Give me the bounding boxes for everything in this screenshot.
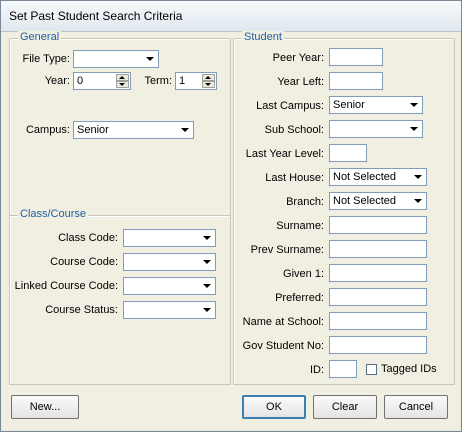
tagged-ids-label[interactable]: Tagged IDs	[381, 362, 437, 376]
new-button[interactable]: New...	[11, 395, 79, 419]
campus-combo[interactable]: Senior	[73, 121, 194, 139]
class-code-combo[interactable]	[123, 229, 216, 247]
last-campus-combo[interactable]: Senior	[329, 96, 423, 114]
prev-surname-input[interactable]	[329, 240, 427, 258]
last-house-value: Not Selected	[333, 171, 396, 183]
last-campus-label: Last Campus:	[256, 100, 324, 112]
class-course-group: Class/Course Class Code: Course Code: Li…	[9, 208, 231, 385]
last-house-label: Last House:	[265, 172, 324, 184]
title-bar[interactable]: Set Past Student Search Criteria	[1, 1, 461, 32]
campus-value: Senior	[77, 124, 109, 136]
general-legend: General	[18, 31, 62, 43]
general-group: General File Type: Year: 0 Term: 1 Campu…	[9, 31, 231, 216]
preferred-input[interactable]	[329, 288, 427, 306]
gov-student-no-label: Gov Student No:	[242, 340, 324, 352]
given1-input[interactable]	[329, 264, 427, 282]
gov-student-no-input[interactable]	[329, 336, 427, 354]
last-year-level-input[interactable]	[329, 144, 367, 162]
last-year-level-label: Last Year Level:	[245, 148, 324, 160]
campus-label: Campus:	[25, 124, 70, 136]
chevron-down-icon[interactable]	[199, 231, 214, 245]
spin-down-icon[interactable]	[116, 81, 129, 88]
last-house-combo[interactable]: Not Selected	[329, 168, 427, 186]
sub-school-combo[interactable]	[329, 120, 423, 138]
course-status-combo[interactable]	[123, 301, 216, 319]
term-label: Term:	[144, 75, 173, 87]
surname-input[interactable]	[329, 216, 427, 234]
file-type-label: File Type:	[22, 53, 71, 65]
chevron-down-icon[interactable]	[406, 98, 421, 112]
branch-combo[interactable]: Not Selected	[329, 192, 427, 210]
course-code-combo[interactable]	[123, 253, 216, 271]
dialog-body: General File Type: Year: 0 Term: 1 Campu…	[2, 31, 460, 430]
year-spinner[interactable]: 0	[73, 72, 131, 90]
term-value: 1	[179, 75, 186, 87]
year-left-label: Year Left:	[277, 76, 324, 88]
last-campus-value: Senior	[333, 99, 365, 111]
chevron-down-icon[interactable]	[199, 255, 214, 269]
chevron-down-icon[interactable]	[142, 52, 157, 66]
surname-label: Surname:	[276, 220, 324, 232]
id-label: ID:	[309, 364, 324, 376]
dialog-window: Set Past Student Search Criteria General…	[0, 0, 462, 432]
tagged-ids-checkbox[interactable]	[366, 364, 377, 375]
chevron-down-icon[interactable]	[199, 279, 214, 293]
chevron-down-icon[interactable]	[177, 123, 192, 137]
student-group: Student Peer Year: Year Left: Last Campu…	[233, 31, 455, 385]
file-type-combo[interactable]	[73, 50, 159, 68]
class-course-legend: Class/Course	[18, 208, 89, 220]
course-status-label: Course Status:	[45, 304, 118, 316]
branch-value: Not Selected	[333, 195, 396, 207]
spin-down-icon[interactable]	[202, 81, 215, 88]
prev-surname-label: Prev Surname:	[250, 244, 324, 256]
course-code-label: Course Code:	[50, 256, 118, 268]
class-code-label: Class Code:	[58, 232, 118, 244]
chevron-down-icon[interactable]	[410, 170, 425, 184]
spin-up-icon[interactable]	[116, 74, 129, 81]
spin-up-icon[interactable]	[202, 74, 215, 81]
given1-label: Given 1:	[283, 268, 324, 280]
ok-button[interactable]: OK	[242, 395, 306, 419]
sub-school-label: Sub School:	[264, 124, 324, 136]
year-left-input[interactable]	[329, 72, 383, 90]
linked-course-code-label: Linked Course Code:	[14, 280, 118, 292]
branch-label: Branch:	[286, 196, 324, 208]
preferred-label: Preferred:	[275, 292, 324, 304]
chevron-down-icon[interactable]	[410, 194, 425, 208]
year-label: Year:	[44, 75, 70, 87]
term-spinner[interactable]: 1	[175, 72, 217, 90]
year-value: 0	[77, 75, 84, 87]
linked-course-code-combo[interactable]	[123, 277, 216, 295]
id-input[interactable]	[329, 360, 357, 378]
name-at-school-label: Name at School:	[242, 316, 324, 328]
chevron-down-icon[interactable]	[199, 303, 214, 317]
cancel-button[interactable]: Cancel	[384, 395, 448, 419]
peer-year-label: Peer Year:	[272, 52, 324, 64]
student-legend: Student	[242, 31, 284, 43]
name-at-school-input[interactable]	[329, 312, 427, 330]
peer-year-input[interactable]	[329, 48, 383, 66]
chevron-down-icon[interactable]	[406, 122, 421, 136]
window-title: Set Past Student Search Criteria	[9, 9, 183, 23]
clear-button[interactable]: Clear	[313, 395, 377, 419]
